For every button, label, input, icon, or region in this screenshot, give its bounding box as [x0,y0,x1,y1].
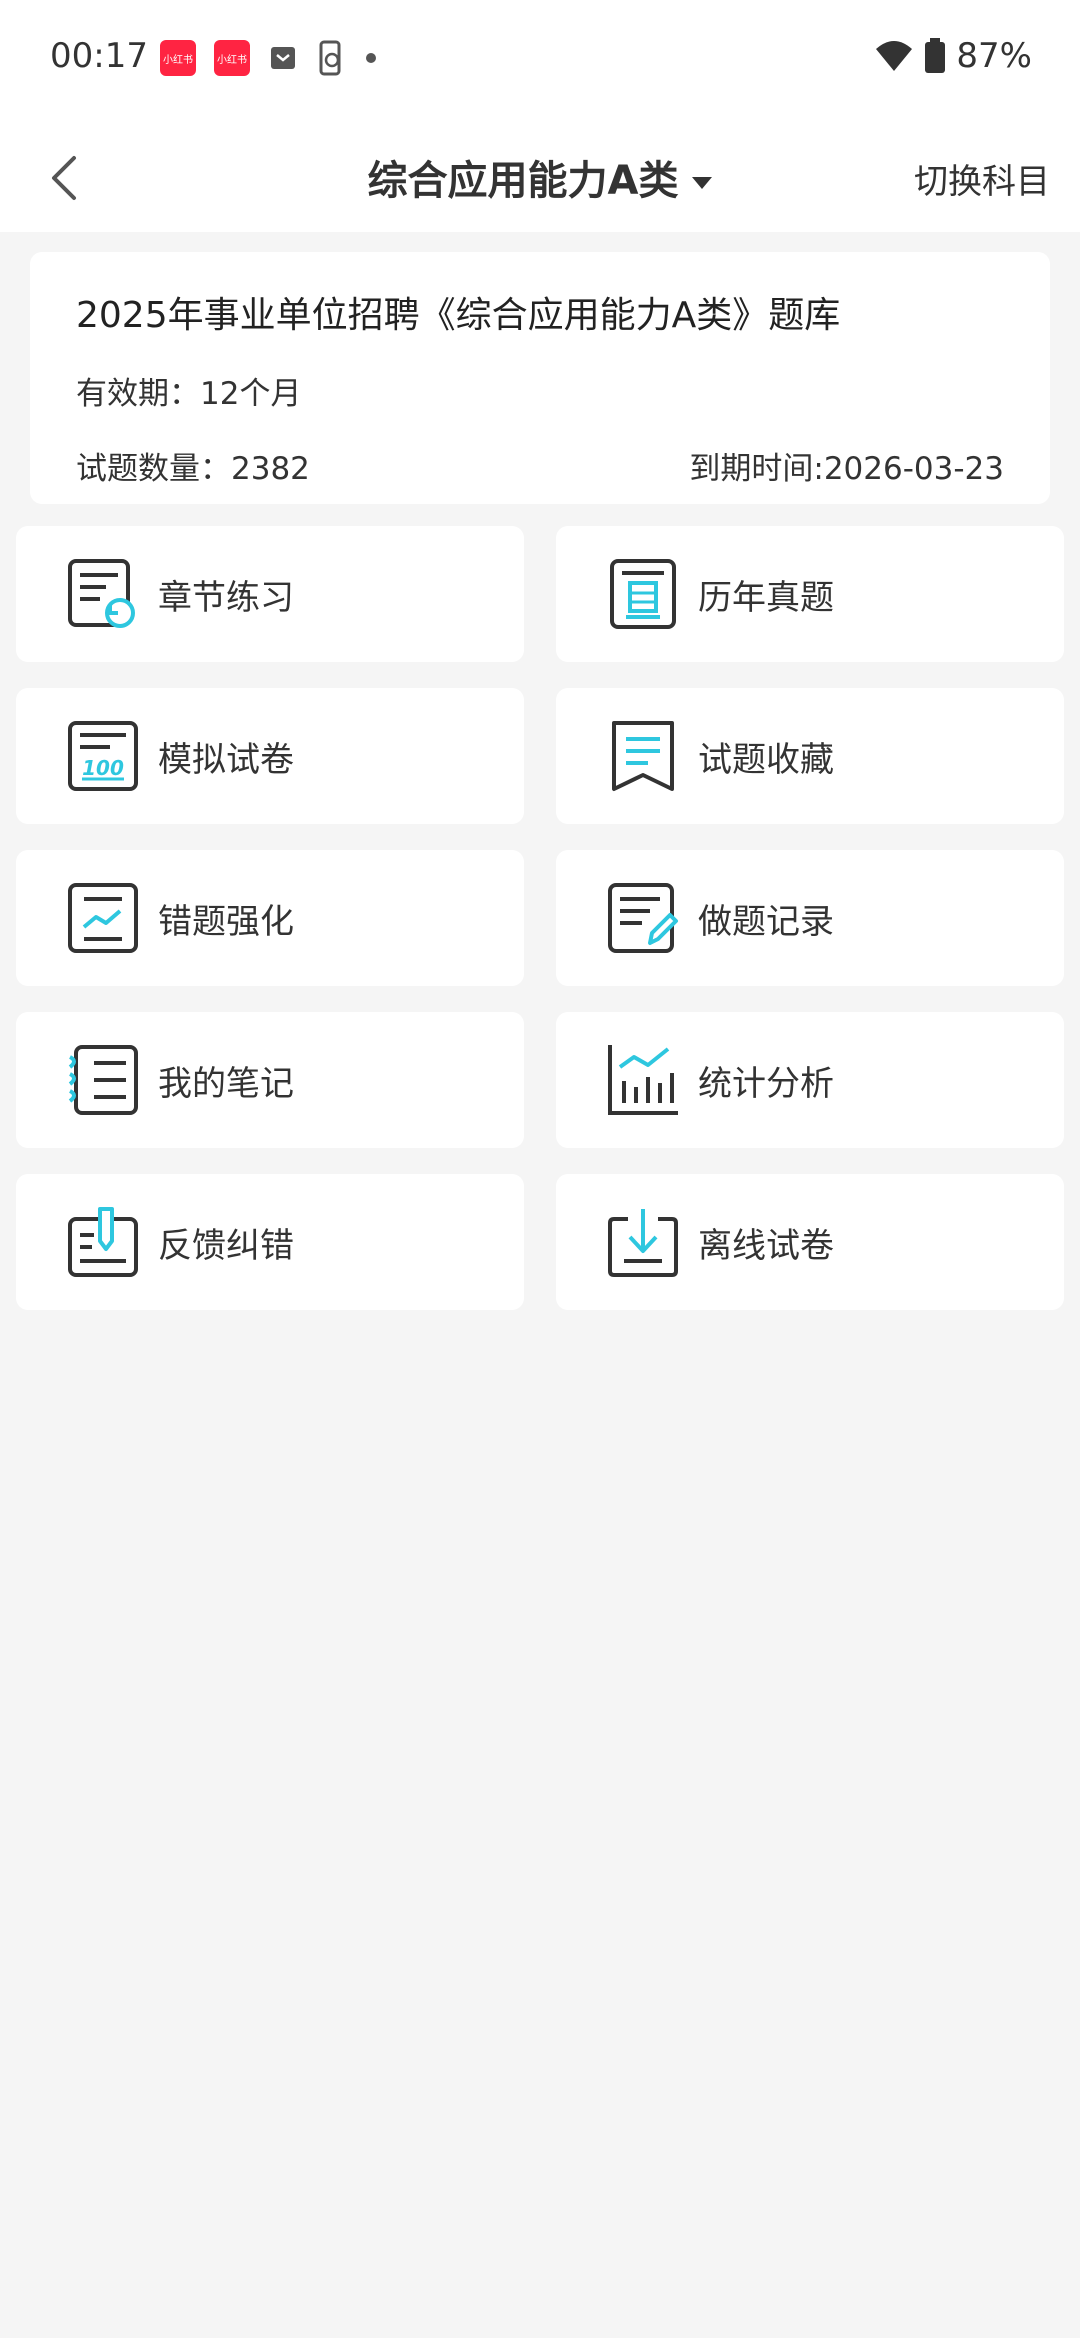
tile-label: 离线试卷 [698,1225,834,1266]
mock-paper-icon: 100 [68,721,138,791]
xiaohongshu-icon: 小红书 [214,40,250,76]
tile-label: 统计分析 [698,1063,834,1104]
tile-chapter-practice[interactable]: 章节练习 [16,526,524,662]
favorites-icon [612,721,674,791]
phone-sync-icon [319,40,341,76]
offline-download-icon [608,1209,678,1277]
question-bank-info-card: 2025年事业单位招聘《综合应用能力A类》题库 有效期：12个月 试题数量：23… [30,252,1050,504]
notification-icons: 小红书 小红书 [160,40,378,76]
feature-grid: 章节练习 历年真题 100 模拟试卷 试题收藏 错题强化 做题记录 我的笔记 统… [16,526,1064,1310]
tile-label: 历年真题 [698,577,834,618]
battery-icon [925,38,946,73]
bank-title: 2025年事业单位招聘《综合应用能力A类》题库 [76,295,841,336]
tile-mock-papers[interactable]: 100 模拟试卷 [16,688,524,824]
tile-label: 试题收藏 [698,739,834,780]
tile-records[interactable]: 做题记录 [556,850,1064,986]
tile-statistics[interactable]: 统计分析 [556,1012,1064,1148]
tile-label: 做题记录 [698,901,834,942]
tile-offline-papers[interactable]: 离线试卷 [556,1174,1064,1310]
validity-text: 有效期：12个月 [76,376,302,412]
nav-bar: 综合应用能力A类 切换科目 [0,120,1080,232]
status-right: 87% [874,36,1032,76]
tile-label: 错题强化 [158,901,294,942]
feedback-icon [68,1207,138,1277]
tile-label: 反馈纠错 [158,1225,294,1266]
question-count: 试题数量：2382 [76,451,310,487]
battery-level: 87% [956,36,1032,76]
page-title: 综合应用能力A类 [367,158,679,204]
tile-feedback[interactable]: 反馈纠错 [16,1174,524,1310]
dot-icon [366,53,376,63]
status-time: 00:17 [50,36,148,76]
mail-icon [271,47,295,69]
count-expire-row: 试题数量：2382 到期时间:2026-03-23 [76,443,1004,488]
wifi-icon [876,41,913,71]
tile-past-exams[interactable]: 历年真题 [556,526,1064,662]
wrong-question-icon [68,883,138,953]
statistics-icon [608,1045,678,1115]
tile-favorites[interactable]: 试题收藏 [556,688,1064,824]
tile-notes[interactable]: 我的笔记 [16,1012,524,1148]
record-icon [608,883,678,953]
past-exam-icon [610,559,676,629]
tile-label: 我的笔记 [158,1063,294,1104]
chapter-practice-icon [68,559,135,628]
tile-label: 章节练习 [158,577,294,618]
switch-subject-button[interactable]: 切换科目 [914,154,1050,203]
tile-wrong-questions[interactable]: 错题强化 [16,850,524,986]
notes-icon [68,1045,138,1115]
caret-down-icon [692,177,713,189]
tile-label: 模拟试卷 [158,739,294,780]
validity-row: 有效期：12个月 [76,368,1004,413]
expire-date: 到期时间:2026-03-23 [689,451,1004,487]
svg-text:100: 100 [82,756,124,780]
xiaohongshu-icon: 小红书 [160,40,196,76]
status-bar: 00:17 小红书 小红书 87% [0,0,1080,120]
